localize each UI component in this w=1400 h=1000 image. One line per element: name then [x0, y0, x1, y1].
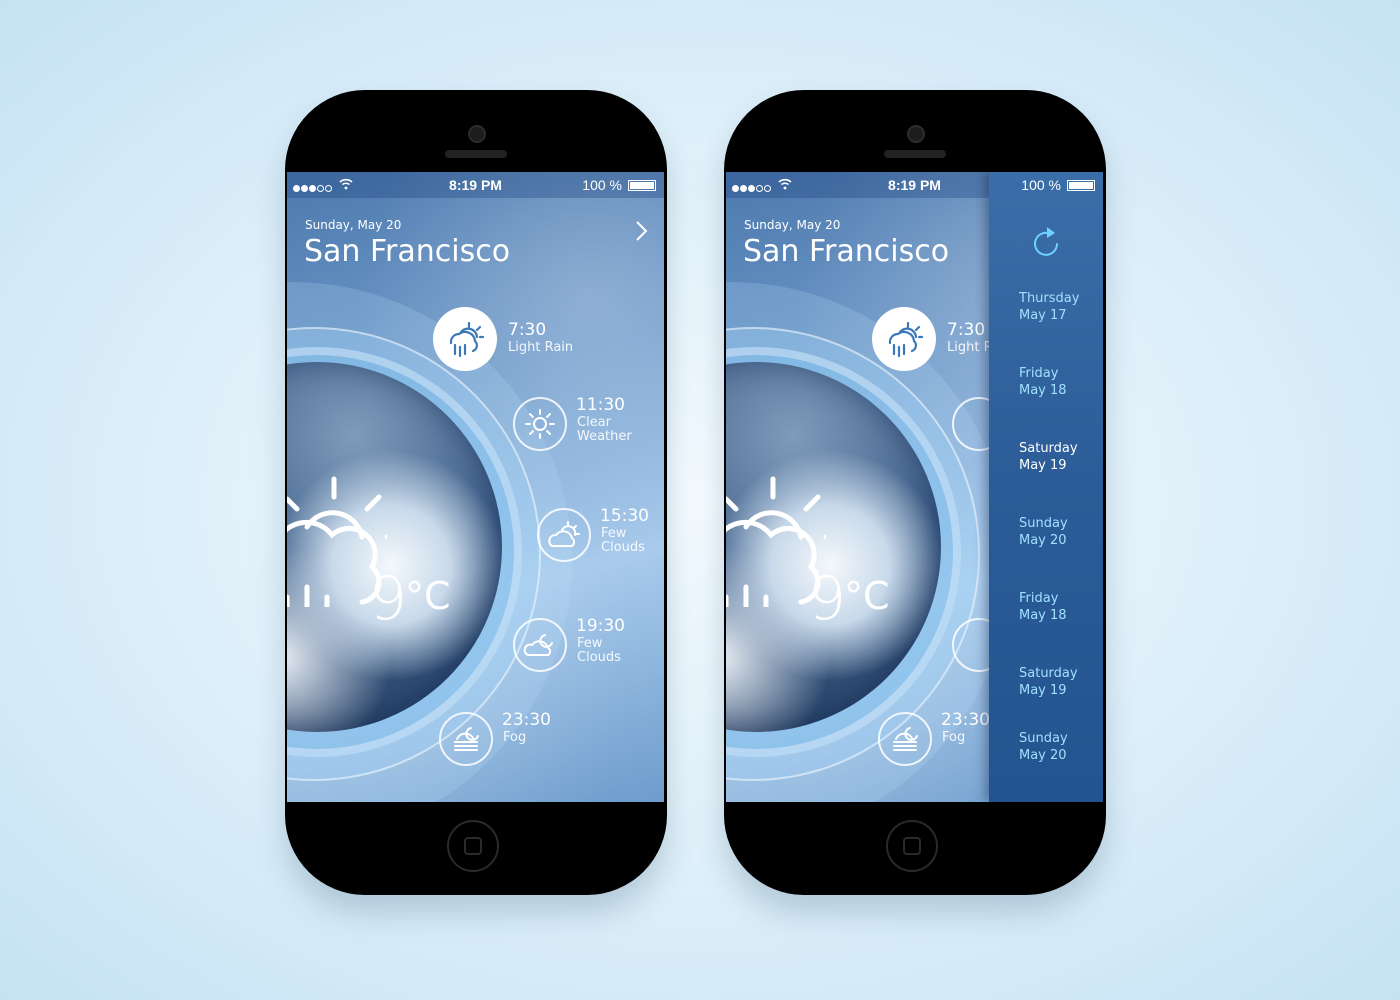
phone-mockup-sidebar: 8:19 PM Sunday, May 20 San Francisco 9 °…	[724, 90, 1106, 895]
hourly-description: Light Rain	[508, 340, 574, 355]
night-cloud-icon	[513, 618, 567, 672]
day-date: May 20	[1019, 748, 1067, 763]
chevron-right-icon[interactable]	[634, 220, 648, 242]
hourly-time: 19:30	[576, 616, 625, 636]
hourly-time: 11:30	[576, 395, 625, 415]
hourly-description-line-2: Weather	[577, 429, 632, 444]
day-name: Sunday	[1019, 516, 1068, 531]
hourly-time: 23:30	[502, 710, 551, 730]
status-bar: 8:19 PM 100 %	[287, 172, 664, 198]
hourly-description-line-1: Few	[577, 636, 603, 651]
day-item[interactable]: Friday May 18	[1019, 365, 1067, 399]
day-item[interactable]: Friday May 18	[1019, 590, 1067, 624]
day-date: May 20	[1019, 533, 1067, 548]
phone-mockup-main: 8:19 PM 100 % Sunday, May 20 San Francis…	[285, 90, 667, 895]
fog-icon	[878, 712, 932, 766]
city-name: San Francisco	[304, 234, 511, 269]
day-name: Sunday	[1019, 731, 1068, 746]
speaker-grille	[445, 150, 507, 158]
hourly-time: 23:30	[941, 710, 990, 730]
day-date: May 19	[1019, 458, 1067, 473]
weather-screen: 8:19 PM Sunday, May 20 San Francisco 9 °…	[726, 172, 1103, 802]
current-date: Sunday, May 20	[744, 218, 841, 232]
hourly-description: Fog	[503, 730, 527, 745]
light-rain-icon	[433, 307, 497, 371]
light-rain-icon	[872, 307, 936, 371]
day-name: Saturday	[1019, 666, 1078, 681]
battery-icon	[1067, 180, 1095, 191]
partly-cloudy-icon	[537, 508, 591, 562]
hourly-time: 7:30	[947, 320, 986, 340]
day-date: May 18	[1019, 383, 1067, 398]
battery-percentage: 100 %	[1021, 177, 1061, 193]
day-selector-sidebar: 100 % Thursday May 17 Friday May 18 Saturday…	[989, 172, 1103, 802]
weather-screen: 8:19 PM 100 % Sunday, May 20 San Francis…	[287, 172, 664, 802]
day-name: Saturday	[1019, 441, 1078, 456]
hourly-time: 15:30	[600, 506, 649, 526]
day-date: May 17	[1019, 308, 1067, 323]
day-item[interactable]: Saturday May 19	[1019, 440, 1078, 474]
day-date: May 19	[1019, 683, 1067, 698]
current-temperature: 9	[808, 564, 847, 634]
temperature-unit: °C	[844, 574, 890, 618]
day-item[interactable]: Sunday May 20	[1019, 515, 1068, 549]
home-button[interactable]	[447, 820, 499, 872]
hourly-description: Fog	[942, 730, 966, 745]
city-name: San Francisco	[743, 234, 950, 269]
battery-percentage: 100 %	[582, 177, 622, 193]
hourly-description-line-2: Clouds	[601, 540, 645, 555]
current-temperature: 9	[369, 564, 408, 634]
hourly-description-line-1: Few	[601, 526, 627, 541]
hourly-time: 7:30	[508, 320, 547, 340]
day-name: Friday	[1019, 366, 1059, 381]
fog-icon	[439, 712, 493, 766]
home-button[interactable]	[886, 820, 938, 872]
temperature-unit: °C	[405, 574, 451, 618]
hourly-description-line-1: Clear	[577, 415, 611, 430]
day-item[interactable]: Thursday May 17	[1019, 290, 1079, 324]
sidebar-status: 100 %	[989, 172, 1103, 198]
hourly-description-line-2: Clouds	[577, 650, 621, 665]
day-item[interactable]: Saturday May 19	[1019, 665, 1078, 699]
day-name: Friday	[1019, 591, 1059, 606]
day-item[interactable]: Sunday May 20	[1019, 730, 1068, 764]
refresh-icon[interactable]	[1031, 225, 1061, 257]
sun-icon	[513, 397, 567, 451]
front-camera	[468, 125, 486, 143]
hourly-description: Light R	[947, 340, 993, 355]
current-date: Sunday, May 20	[305, 218, 402, 232]
day-name: Thursday	[1019, 291, 1080, 306]
battery-icon	[628, 180, 656, 191]
front-camera	[907, 125, 925, 143]
day-date: May 18	[1019, 608, 1067, 623]
speaker-grille	[884, 150, 946, 158]
